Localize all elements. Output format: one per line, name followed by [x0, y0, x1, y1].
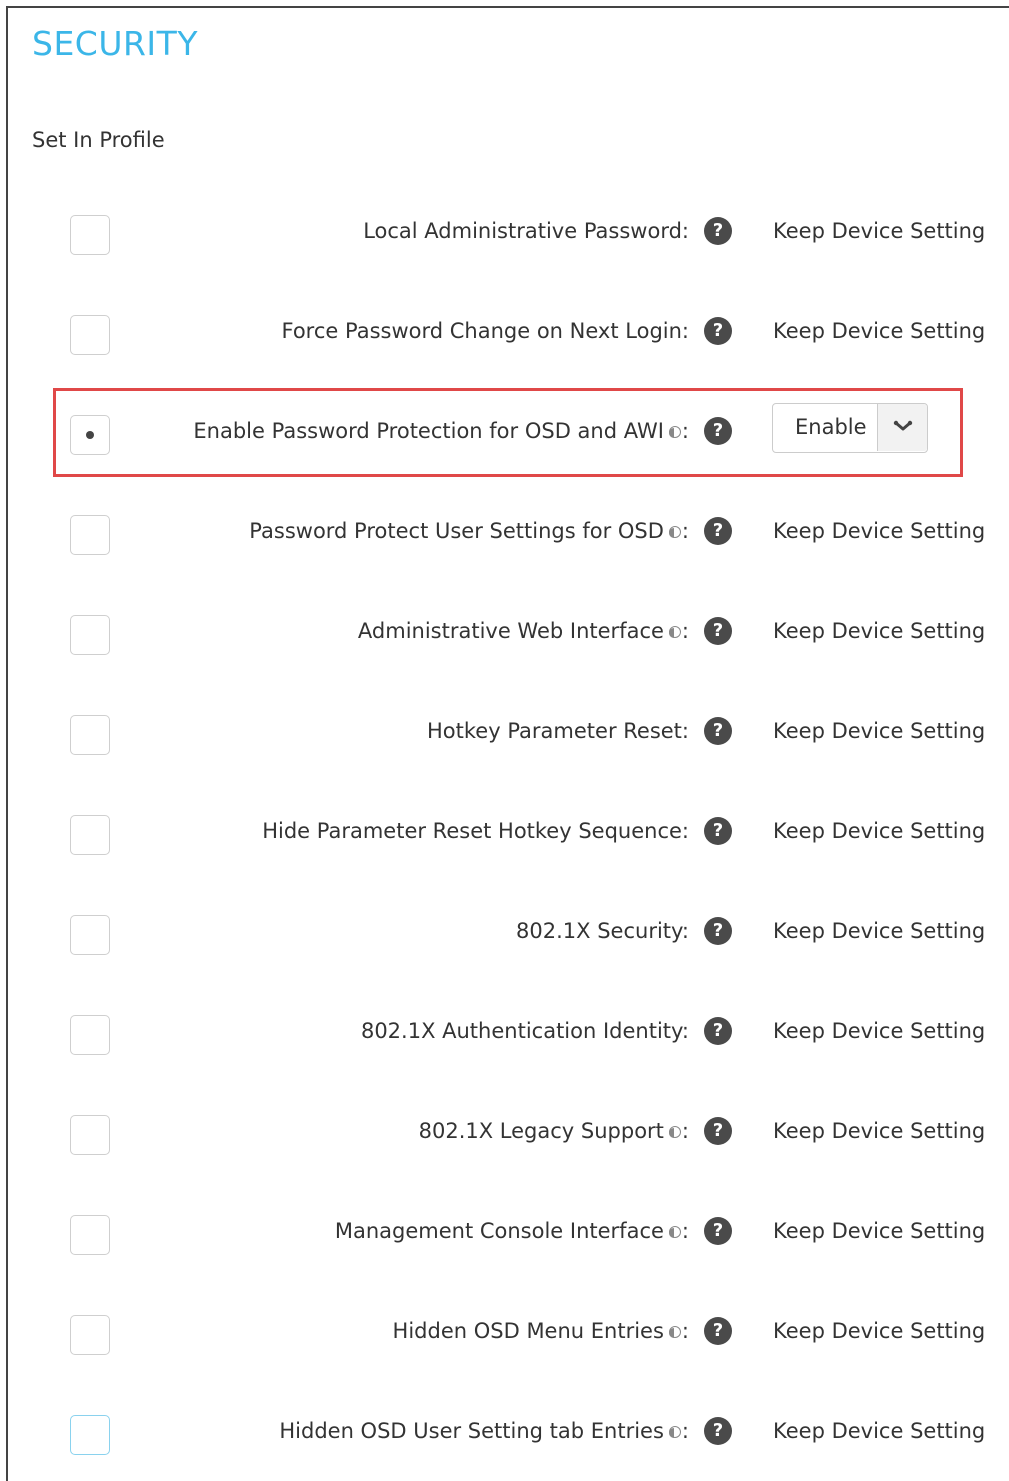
setting-label: Local Administrative Password: [363, 219, 689, 243]
setting-label: Password Protect User Settings for OSD: [249, 519, 689, 543]
setting-value: Keep Device Setting [773, 1319, 986, 1343]
setting-label: 802.1X Authentication Identity: [360, 1019, 689, 1043]
setting-row-password-protect-user-settings: Password Protect User Settings for OSD: … [0, 515, 1009, 575]
help-icon[interactable]: ? [704, 1417, 732, 1445]
set-in-profile-checkbox[interactable] [70, 615, 110, 655]
help-icon[interactable]: ? [704, 917, 732, 945]
help-icon[interactable]: ? [704, 417, 732, 445]
set-in-profile-checkbox[interactable] [70, 1115, 110, 1155]
inherit-icon [668, 1325, 682, 1339]
set-in-profile-checkbox[interactable] [70, 315, 110, 355]
inherit-icon [668, 1225, 682, 1239]
setting-value: Keep Device Setting [773, 619, 986, 643]
setting-row-enable-password-protection: Enable Password Protection for OSD and A… [0, 403, 1009, 475]
help-icon[interactable]: ? [704, 1217, 732, 1245]
inherit-icon [668, 625, 682, 639]
help-icon[interactable]: ? [704, 517, 732, 545]
inherit-icon [668, 525, 682, 539]
setting-label: Enable Password Protection for OSD and A… [193, 419, 689, 443]
setting-label: Management Console Interface: [334, 1219, 689, 1243]
setting-row-local-admin-password: Local Administrative Password: ? Keep De… [0, 215, 1009, 275]
setting-value: Keep Device Setting [773, 1119, 986, 1143]
set-in-profile-checkbox[interactable] [70, 1215, 110, 1255]
setting-row-hidden-osd-user-setting-tab-entries: Hidden OSD User Setting tab Entries: ? K… [0, 1415, 1009, 1475]
set-in-profile-checkbox[interactable] [70, 1415, 110, 1455]
set-in-profile-checkbox[interactable] [70, 1315, 110, 1355]
dropdown-toggle[interactable] [877, 404, 927, 451]
help-icon[interactable]: ? [704, 1117, 732, 1145]
setting-label: Hotkey Parameter Reset: [427, 719, 689, 743]
setting-value: Keep Device Setting [773, 1219, 986, 1243]
help-icon[interactable]: ? [704, 817, 732, 845]
help-icon[interactable]: ? [704, 1017, 732, 1045]
setting-row-hotkey-parameter-reset: Hotkey Parameter Reset: ? Keep Device Se… [0, 715, 1009, 775]
setting-label: 802.1X Legacy Support: [418, 1119, 689, 1143]
setting-value: Keep Device Setting [773, 1019, 986, 1043]
setting-label: 802.1X Security: [516, 919, 689, 943]
inherit-icon [668, 1125, 682, 1139]
setting-value: Keep Device Setting [773, 919, 986, 943]
setting-label: Hidden OSD Menu Entries: [392, 1319, 689, 1343]
setting-label: Force Password Change on Next Login: [281, 319, 690, 343]
help-icon[interactable]: ? [704, 617, 732, 645]
setting-value: Keep Device Setting [773, 819, 986, 843]
help-icon[interactable]: ? [704, 217, 732, 245]
set-in-profile-checkbox[interactable] [70, 215, 110, 255]
set-in-profile-checkbox[interactable] [70, 515, 110, 555]
setting-value: Keep Device Setting [773, 1419, 986, 1443]
setting-label: Hidden OSD User Setting tab Entries: [279, 1419, 689, 1443]
help-icon[interactable]: ? [704, 317, 732, 345]
set-in-profile-checkbox[interactable] [70, 815, 110, 855]
set-in-profile-checkbox[interactable] [70, 915, 110, 955]
setting-row-management-console-interface: Management Console Interface: ? Keep Dev… [0, 1215, 1009, 1275]
setting-row-8021x-security: 802.1X Security: ? Keep Device Setting [0, 915, 1009, 975]
setting-row-force-password-change: Force Password Change on Next Login: ? K… [0, 315, 1009, 375]
setting-value: Keep Device Setting [773, 219, 986, 243]
set-in-profile-checkbox[interactable] [70, 415, 110, 455]
inherit-icon [668, 425, 682, 439]
help-icon[interactable]: ? [704, 1317, 732, 1345]
help-icon[interactable]: ? [704, 717, 732, 745]
set-in-profile-checkbox[interactable] [70, 1015, 110, 1055]
setting-row-8021x-legacy-support: 802.1X Legacy Support: ? Keep Device Set… [0, 1115, 1009, 1175]
setting-value: Keep Device Setting [773, 519, 986, 543]
set-in-profile-heading: Set In Profile [32, 128, 165, 152]
setting-value: Keep Device Setting [773, 319, 986, 343]
setting-value: Keep Device Setting [773, 719, 986, 743]
chevron-down-icon [893, 420, 913, 431]
enable-dropdown[interactable]: Enable [772, 403, 928, 453]
setting-label: Hide Parameter Reset Hotkey Sequence: [262, 819, 689, 843]
dropdown-selected-value: Enable [795, 415, 867, 439]
setting-row-hide-parameter-reset-hotkey: Hide Parameter Reset Hotkey Sequence: ? … [0, 815, 1009, 875]
setting-row-8021x-authentication-identity: 802.1X Authentication Identity: ? Keep D… [0, 1015, 1009, 1075]
setting-row-hidden-osd-menu-entries: Hidden OSD Menu Entries: ? Keep Device S… [0, 1315, 1009, 1375]
setting-row-administrative-web-interface: Administrative Web Interface: ? Keep Dev… [0, 615, 1009, 675]
set-in-profile-checkbox[interactable] [70, 715, 110, 755]
inherit-icon [668, 1425, 682, 1439]
setting-label: Administrative Web Interface: [357, 619, 689, 643]
section-title: SECURITY [32, 24, 198, 63]
